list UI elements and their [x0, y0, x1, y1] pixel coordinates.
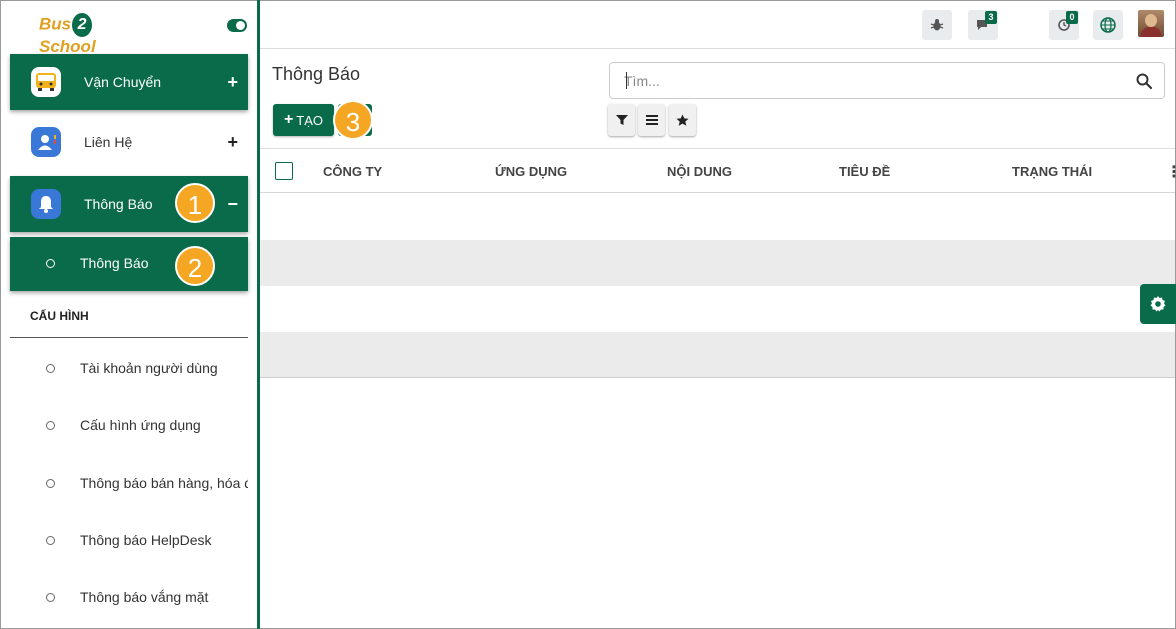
circle-icon	[46, 364, 55, 373]
column-header-title[interactable]: TIÊU ĐỀ	[839, 164, 890, 179]
circle-icon	[46, 593, 55, 602]
star-icon	[676, 114, 689, 126]
search-icon[interactable]	[1135, 72, 1153, 90]
config-item-label: Thông báo bán hàng, hóa đơn	[80, 475, 248, 491]
select-all-checkbox[interactable]	[275, 162, 293, 180]
config-item-user-accounts[interactable]: Tài khoản người dùng	[10, 354, 250, 384]
user-avatar[interactable]	[1138, 10, 1164, 37]
config-item-label: Thông báo vắng mặt	[80, 589, 209, 605]
app-logo[interactable]: Bus 2School	[39, 13, 149, 56]
language-globe-button[interactable]	[1093, 10, 1123, 40]
group-by-button[interactable]	[638, 104, 665, 136]
column-header-content[interactable]: NỘI DUNG	[667, 164, 732, 179]
config-item-label: Tài khoản người dùng	[80, 360, 218, 376]
bug-icon	[930, 19, 944, 31]
debug-bug-button[interactable]	[922, 10, 952, 40]
optional-columns-icon[interactable]: ⋮	[1166, 162, 1176, 182]
circle-icon	[46, 259, 55, 268]
page-title: Thông Báo	[272, 64, 361, 84]
contacts-icon	[31, 127, 61, 157]
search-input[interactable]	[624, 71, 1124, 91]
column-header-status[interactable]: TRẠNG THÁI	[1012, 164, 1092, 179]
messages-button[interactable]: 3	[968, 10, 998, 40]
column-header-company[interactable]: CÔNG TY	[323, 164, 382, 179]
table-row	[260, 286, 1175, 332]
config-item-label: Cấu hình ứng dụng	[80, 417, 201, 433]
filter-button[interactable]	[608, 104, 635, 136]
gear-icon	[1150, 296, 1166, 312]
menu-item-lien-he[interactable]: Liên Hệ +	[10, 114, 248, 170]
config-item-sales-invoice-notifications[interactable]: Thông báo bán hàng, hóa đơn	[10, 469, 248, 499]
circle-icon	[46, 479, 55, 488]
bus-icon	[31, 67, 61, 97]
bell-icon	[31, 189, 61, 219]
section-divider	[10, 337, 248, 338]
activities-button[interactable]: 0	[1049, 10, 1079, 40]
filter-icon	[615, 115, 628, 125]
menu-item-label: Vận Chuyển	[84, 74, 162, 90]
text-caret	[626, 72, 627, 89]
list-icon	[645, 115, 658, 125]
circle-icon	[46, 421, 55, 430]
create-button[interactable]: + TẠO	[273, 104, 334, 136]
config-item-absence-notifications[interactable]: Thông báo vắng mặt	[10, 583, 250, 613]
favorites-button[interactable]	[669, 104, 696, 136]
menu-item-van-chuyen[interactable]: Vận Chuyển +	[10, 54, 248, 110]
table-header: CÔNG TY ỨNG DỤNG NỘI DUNG TIÊU ĐỀ TRẠNG …	[260, 148, 1176, 193]
config-section-title: CẤU HÌNH	[30, 309, 89, 323]
table-row	[260, 332, 1175, 378]
globe-icon	[1100, 17, 1116, 33]
plus-icon[interactable]: +	[227, 72, 238, 93]
step-badge-1: 1	[175, 183, 215, 223]
menu-item-label: Thông Báo	[84, 196, 153, 212]
top-navbar: 3 0	[260, 1, 1175, 49]
plus-icon: +	[283, 111, 294, 128]
settings-side-tab[interactable]	[1140, 284, 1176, 324]
search-box[interactable]	[609, 62, 1165, 99]
minus-icon[interactable]: −	[227, 194, 238, 215]
messages-count-badge: 3	[985, 11, 997, 24]
create-button-label: TẠO	[296, 112, 324, 128]
table-row	[260, 240, 1175, 286]
config-item-helpdesk-notifications[interactable]: Thông báo HelpDesk	[10, 526, 250, 556]
table-bottom-border	[260, 377, 1175, 378]
activities-count-badge: 0	[1066, 11, 1078, 24]
step-badge-2: 2	[175, 246, 215, 286]
table-row	[260, 194, 1175, 240]
submenu-item-label: Thông Báo	[80, 255, 149, 271]
config-item-label: Thông báo HelpDesk	[80, 532, 212, 548]
plus-icon[interactable]: +	[227, 132, 238, 153]
config-item-app-config[interactable]: Cấu hình ứng dụng	[10, 411, 250, 441]
step-badge-3: 3	[333, 100, 373, 140]
sidebar-toggle-switch[interactable]	[227, 19, 247, 32]
column-header-app[interactable]: ỨNG DỤNG	[495, 164, 567, 179]
circle-icon	[46, 536, 55, 545]
menu-item-label: Liên Hệ	[84, 134, 133, 150]
